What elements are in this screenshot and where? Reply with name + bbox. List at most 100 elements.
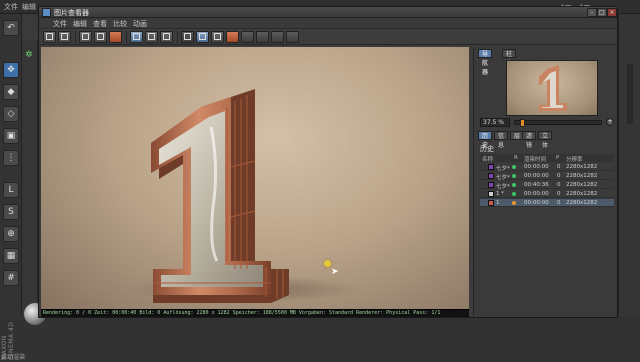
history-name: 1 * <box>496 191 504 197</box>
zoom-value-field[interactable]: 37.5 % <box>480 118 510 127</box>
render-settings-icon[interactable] <box>79 31 92 43</box>
history-table-header: 名称 R 渲染时间 P 分辨率 <box>480 154 614 163</box>
host-bottom-area <box>0 316 640 362</box>
generator-icon[interactable]: ✲ <box>25 50 35 60</box>
channel-mono-icon[interactable] <box>286 31 299 43</box>
host-bottom-label: 启动渲染 <box>1 354 26 361</box>
history-thumbnail-icon <box>488 200 494 206</box>
points-icon[interactable]: ⋮ <box>3 150 19 166</box>
render-status-dot <box>512 174 516 178</box>
history-thumbnail-icon <box>488 173 494 179</box>
full-screen-icon[interactable] <box>211 31 224 43</box>
history-thumbnail-icon <box>488 182 494 188</box>
channel-red-icon[interactable] <box>226 31 239 43</box>
cube-edges-icon[interactable]: ◇ <box>3 106 19 122</box>
undo-icon[interactable]: ↶ <box>3 20 19 36</box>
stop-render-icon[interactable] <box>109 31 122 43</box>
col-render-time: 渲染时间 <box>524 157 547 163</box>
render-status-line: Rendering: 0 / 0 Zeit: 00:00:40 Bild: 0 … <box>41 309 469 317</box>
viewer-toolbar <box>39 29 617 45</box>
render-status-dot <box>512 165 516 169</box>
view-single-icon[interactable] <box>130 31 143 43</box>
render-view[interactable]: ➤ <box>41 47 469 309</box>
host-right-dock <box>618 14 640 362</box>
viewer-menubar: 文件 编辑 查看 比较 动画 <box>39 18 617 29</box>
history-row[interactable]: 1 00:00:00 0 2280x1282 <box>480 199 614 207</box>
fit-view-icon[interactable] <box>196 31 209 43</box>
history-p: 0 <box>557 200 561 206</box>
host-menu-edit[interactable]: 编辑 <box>22 2 36 12</box>
zoom-slider-knob[interactable] <box>520 119 525 127</box>
toolbar-divider <box>126 31 127 43</box>
zoom-slider[interactable] <box>514 119 602 127</box>
menu-animation[interactable]: 动画 <box>133 19 147 29</box>
tab-info[interactable]: 信息 <box>494 131 509 149</box>
zoom-plus-icon[interactable]: + <box>606 118 614 126</box>
host-menu-file[interactable]: 文件 <box>4 2 18 12</box>
history-resolution: 2280x1282 <box>566 173 598 179</box>
history-row[interactable]: 七夕* 00:40:36 0 2280x1282 <box>480 181 614 190</box>
channel-blue-icon[interactable] <box>256 31 269 43</box>
move-tool-icon[interactable]: ✥ <box>3 62 19 78</box>
viewer-side-panel: 导航器 柱状图 37.5 % + 历史 信息 层 滤镜 <box>473 47 617 317</box>
tab-filter[interactable]: 滤镜 <box>522 131 537 149</box>
ab-compare-icon[interactable] <box>181 31 194 43</box>
close-button[interactable]: × <box>607 8 617 17</box>
view-split-icon[interactable] <box>160 31 173 43</box>
navigator-thumbnail[interactable] <box>506 60 598 116</box>
history-row[interactable]: 1 * 00:00:00 0 2280x1282 <box>480 190 614 198</box>
channel-alpha-icon[interactable] <box>271 31 284 43</box>
snap-icon[interactable]: S <box>3 204 19 220</box>
tab-history[interactable]: 历史 <box>478 131 493 149</box>
axis-icon[interactable]: L <box>3 182 19 198</box>
col-name: 名称 <box>482 157 494 163</box>
right-scrollbar[interactable] <box>627 64 633 124</box>
history-p: 0 <box>557 164 561 170</box>
rendered-copper-one-image <box>131 89 361 303</box>
cursor-highlight-dot <box>324 260 331 267</box>
picture-viewer-window: 图片查看器 - □ × 文件 编辑 查看 比较 动画 ➤ Rendering: … <box>38 6 618 318</box>
channel-green-icon[interactable] <box>241 31 254 43</box>
polygon-icon[interactable]: ▣ <box>3 128 19 144</box>
view-ab-icon[interactable] <box>145 31 158 43</box>
tab-stereo[interactable]: 立体 <box>538 131 553 149</box>
zoom-control: 37.5 % + <box>480 118 614 127</box>
history-p: 0 <box>557 182 561 188</box>
menu-compare[interactable]: 比较 <box>113 19 127 29</box>
history-row[interactable]: 七夕* 00:00:00 0 2280x1282 <box>480 172 614 181</box>
maximize-button[interactable]: □ <box>597 8 607 17</box>
window-title: 图片查看器 <box>54 9 89 17</box>
tab-navigator[interactable]: 导航器 <box>478 49 493 76</box>
history-name: 七夕* <box>496 166 510 172</box>
magnet-icon[interactable]: ⊕ <box>3 226 19 242</box>
save-icon[interactable] <box>58 31 71 43</box>
minimize-button[interactable]: - <box>587 8 597 17</box>
menu-file[interactable]: 文件 <box>53 19 67 29</box>
history-render-time: 00:00:00 <box>524 164 549 170</box>
history-section-title: 历史 <box>480 145 494 153</box>
history-render-time: 00:00:00 <box>524 191 549 197</box>
history-name: 七夕* <box>496 184 510 190</box>
open-icon[interactable] <box>43 31 56 43</box>
render-status-dot <box>512 183 516 187</box>
grid-icon[interactable]: # <box>3 270 19 286</box>
window-titlebar[interactable]: 图片查看器 - □ × <box>39 7 617 18</box>
tab-histogram[interactable]: 柱状图 <box>502 49 517 76</box>
region-render-icon[interactable] <box>94 31 107 43</box>
cube-icon[interactable]: ◆ <box>3 84 19 100</box>
menu-view[interactable]: 查看 <box>93 19 107 29</box>
host-left-toolbar: ↶ ✥ ◆ ◇ ▣ ⋮ L S ⊕ ▦ # <box>0 14 22 362</box>
history-name: 1 <box>496 200 500 206</box>
history-render-time: 00:40:36 <box>524 182 549 188</box>
history-resolution: 2280x1282 <box>566 164 598 170</box>
history-resolution: 2280x1282 <box>566 191 598 197</box>
history-render-time: 00:00:00 <box>524 173 549 179</box>
menu-edit[interactable]: 编辑 <box>73 19 87 29</box>
history-p: 0 <box>557 191 561 197</box>
workplane-icon[interactable]: ▦ <box>3 248 19 264</box>
history-row[interactable]: 七夕* 00:00:00 0 2280x1282 <box>480 163 614 172</box>
history-thumbnail-icon <box>488 164 494 170</box>
navigator-preview-image <box>539 65 567 111</box>
history-p: 0 <box>557 173 561 179</box>
toolbar-divider <box>177 31 178 43</box>
